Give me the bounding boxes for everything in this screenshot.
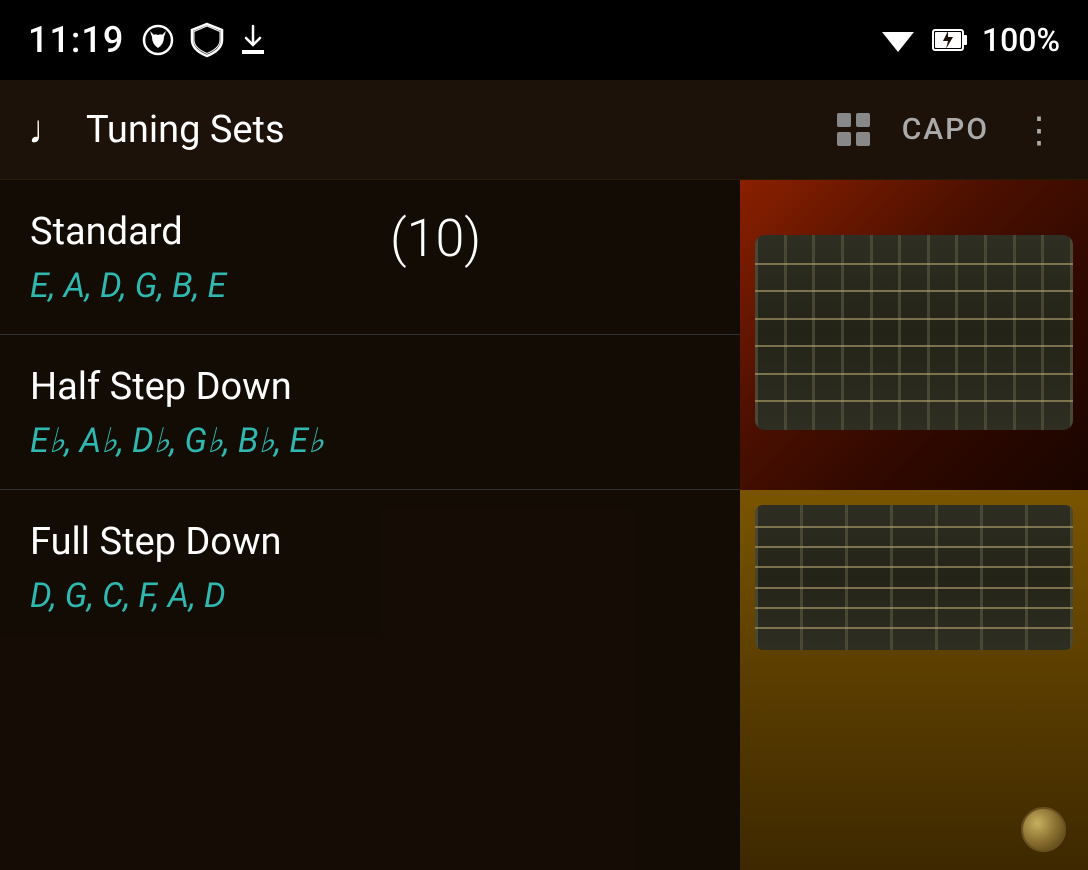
- list-item[interactable]: Standard E, A, D, G, B, E (10): [0, 180, 740, 335]
- guitar-background-top: [740, 180, 1088, 490]
- guitar-background-bottom: [740, 490, 1088, 870]
- tuning-notes: E♭, A♭, D♭, G♭, B♭, E♭: [30, 421, 710, 461]
- guitar-string: [755, 373, 1073, 375]
- tuning-name: Half Step Down: [30, 365, 710, 409]
- tuning-list: Standard E, A, D, G, B, E (10) Half Step…: [0, 180, 740, 870]
- guitar-string: [755, 290, 1073, 292]
- tuning-name: Standard: [30, 210, 710, 254]
- tuning-notes: D, G, C, F, A, D: [30, 576, 710, 616]
- notification-cat-icon: [140, 22, 176, 58]
- guitar-string: [755, 526, 1073, 528]
- guitar-string: [755, 345, 1073, 347]
- tuning-name: Full Step Down: [30, 520, 710, 564]
- wifi-icon: [878, 24, 918, 56]
- app-bar: ♩ Tuning Sets CAPO ⋮: [0, 80, 1088, 180]
- tuning-notes: E, A, D, G, B, E: [30, 266, 710, 306]
- list-item[interactable]: Half Step Down E♭, A♭, D♭, G♭, B♭, E♭: [0, 335, 740, 490]
- app-bar-title-group: ♩ Tuning Sets: [28, 106, 837, 153]
- list-item[interactable]: Full Step Down D, G, C, F, A, D: [0, 490, 740, 644]
- download-icon: [238, 22, 268, 58]
- strings-container-bottom: [755, 505, 1073, 650]
- music-note-icon: ♩: [28, 106, 68, 153]
- guitar-string: [755, 587, 1073, 589]
- status-icons: [140, 22, 268, 58]
- guitar-string: [755, 263, 1073, 265]
- guitar-string: [755, 627, 1073, 629]
- battery-percentage: 100%: [982, 21, 1060, 59]
- guitar-area: [740, 180, 1088, 870]
- app-bar-actions: CAPO ⋮: [837, 109, 1060, 151]
- grid-dot: [837, 132, 851, 146]
- tuner-screw: [1021, 807, 1066, 852]
- grid-dot: [837, 113, 851, 127]
- guitar-string: [755, 400, 1073, 402]
- shield-icon: [190, 22, 224, 58]
- status-bar: 11:19: [0, 0, 1088, 80]
- tuning-count: (10): [390, 208, 481, 269]
- strings-container: [755, 235, 1073, 430]
- more-options-button[interactable]: ⋮: [1021, 109, 1060, 151]
- grid-dot: [856, 132, 870, 146]
- status-left: 11:19: [28, 19, 268, 61]
- status-right: 100%: [878, 21, 1060, 59]
- grid-view-button[interactable]: [837, 113, 870, 146]
- guitar-neck-bottom: [755, 505, 1073, 650]
- battery-icon: [932, 24, 968, 56]
- guitar-string: [755, 318, 1073, 320]
- status-time: 11:19: [28, 19, 124, 61]
- app-title: Tuning Sets: [86, 108, 285, 152]
- guitar-neck-top: [755, 235, 1073, 430]
- main-content: Standard E, A, D, G, B, E (10) Half Step…: [0, 180, 1088, 870]
- guitar-string: [755, 546, 1073, 548]
- grid-dot: [856, 113, 870, 127]
- capo-button[interactable]: CAPO: [902, 112, 989, 147]
- guitar-string: [755, 566, 1073, 568]
- guitar-string: [755, 607, 1073, 609]
